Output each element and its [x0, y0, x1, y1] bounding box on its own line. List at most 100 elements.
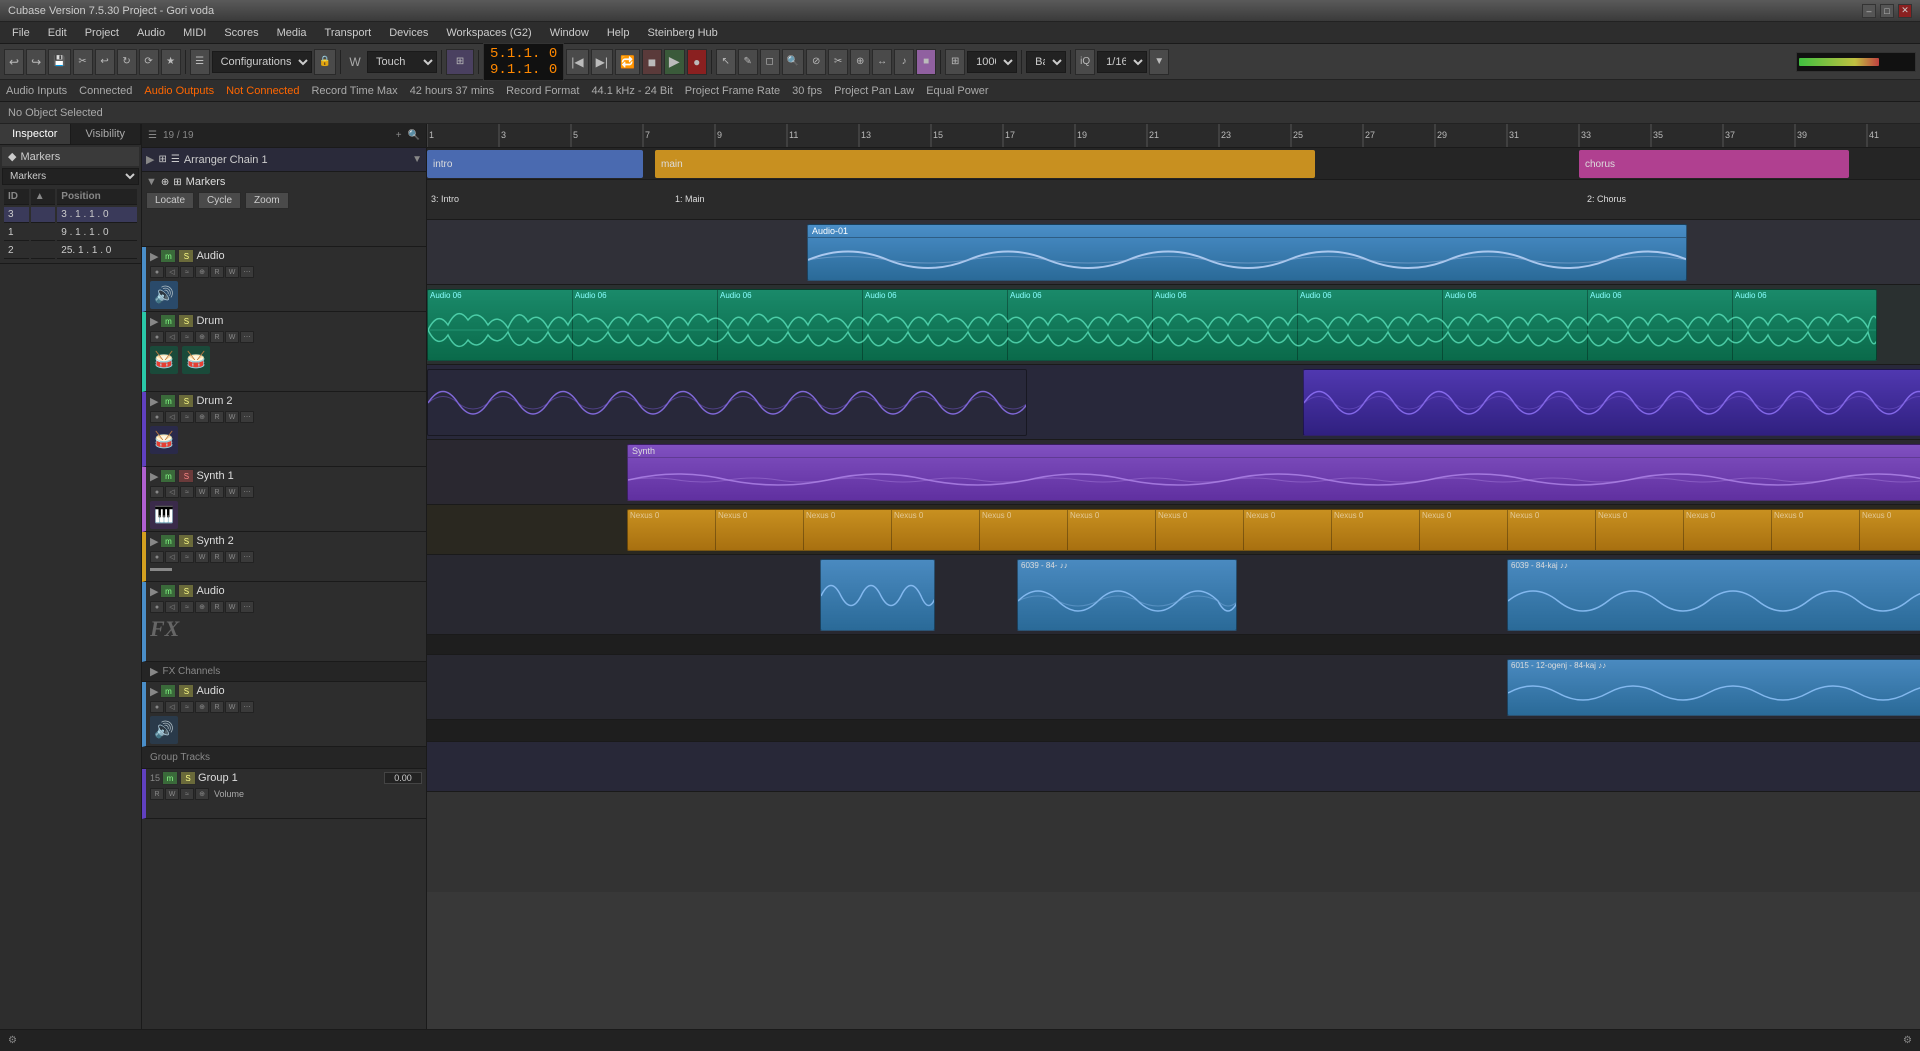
audio-inputs-btn[interactable]: Audio Inputs	[6, 85, 67, 97]
synth1-send-btn[interactable]: W	[195, 486, 209, 498]
marker-row-3[interactable]: 3 3 . 1 . 1 . 0	[4, 207, 137, 223]
menu-project[interactable]: Project	[77, 25, 127, 41]
audio3-clip[interactable]: 6015 - 12-ogenj - 84-kaj ♪♪	[1507, 659, 1920, 716]
snap-btn[interactable]: ⊞	[945, 49, 965, 75]
audio3-eq-btn[interactable]: ≈	[180, 701, 194, 713]
drum2-clip-2[interactable]	[1303, 369, 1920, 436]
group1-r-btn[interactable]: R	[150, 788, 164, 800]
drum-solo-btn[interactable]: S	[178, 314, 194, 328]
drum-r2-btn[interactable]: ◁	[165, 331, 179, 343]
menu-audio[interactable]: Audio	[129, 25, 173, 41]
drum2-expand[interactable]: ▶	[150, 395, 158, 408]
menu-devices[interactable]: Devices	[381, 25, 436, 41]
drum2-r-btn[interactable]: R	[210, 411, 224, 423]
zoom-btn[interactable]: Zoom	[245, 192, 289, 209]
quantize-expand-btn[interactable]: ▼	[1149, 49, 1169, 75]
audio2-more-btn[interactable]: ⋯	[240, 601, 254, 613]
draw-tool-btn[interactable]: ✎	[738, 49, 758, 75]
audio-outputs-btn[interactable]: Audio Outputs	[144, 85, 214, 97]
synth2-r-btn[interactable]: R	[210, 551, 224, 563]
audio1-read-btn[interactable]: ●	[150, 266, 164, 278]
audio2-r-btn[interactable]: R	[210, 601, 224, 613]
erase-tool-btn[interactable]: ◻	[760, 49, 780, 75]
menu-help[interactable]: Help	[599, 25, 638, 41]
drum-r1-btn[interactable]: ●	[150, 331, 164, 343]
configurations-dropdown[interactable]: Configurations	[212, 51, 312, 73]
quantize-info-btn[interactable]: iQ	[1075, 49, 1095, 75]
channel-btn[interactable]: ⊞	[446, 49, 474, 75]
marker-row-1[interactable]: 1 9 . 1 . 1 . 0	[4, 225, 137, 241]
play-btn[interactable]: ▶	[664, 49, 685, 75]
synth1-r1-btn[interactable]: ●	[150, 486, 164, 498]
synth2-w-btn[interactable]: W	[225, 551, 239, 563]
audio2-r1-btn[interactable]: ●	[150, 601, 164, 613]
audio-tool-btn[interactable]: ♪	[894, 49, 914, 75]
menu-scores[interactable]: Scores	[216, 25, 266, 41]
synth1-more-btn[interactable]: ⋯	[240, 486, 254, 498]
drum2-r2-btn[interactable]: ◁	[165, 411, 179, 423]
drum2-more-btn[interactable]: ⋯	[240, 411, 254, 423]
config-icon-btn[interactable]: ☰	[190, 49, 210, 75]
audio2-w-btn[interactable]: W	[225, 601, 239, 613]
audio1-mute-btn[interactable]: m	[160, 249, 176, 263]
lock-btn[interactable]: 🔒	[314, 49, 336, 75]
menu-transport[interactable]: Transport	[317, 25, 380, 41]
menu-edit[interactable]: Edit	[40, 25, 75, 41]
drum-eq-btn[interactable]: ≈	[180, 331, 194, 343]
markers-expand[interactable]: ▼	[146, 176, 157, 188]
audio2-send-btn[interactable]: ⊕	[195, 601, 209, 613]
drum-send-btn[interactable]: ⊕	[195, 331, 209, 343]
audio1-r-btn[interactable]: R	[210, 266, 224, 278]
synth2-eq-btn[interactable]: ≈	[180, 551, 194, 563]
collapse-icon[interactable]: ☰	[148, 130, 157, 141]
drum2-r1-btn[interactable]: ●	[150, 411, 164, 423]
mute-tool-btn[interactable]: ⊘	[806, 49, 826, 75]
menu-media[interactable]: Media	[269, 25, 315, 41]
arrange-viewport[interactable]: intro main chorus 3: Intro	[427, 148, 1920, 1029]
go-to-start-btn[interactable]: |◀	[566, 49, 588, 75]
audio3-r1-btn[interactable]: ●	[150, 701, 164, 713]
select-tool-btn[interactable]: ↖	[716, 49, 736, 75]
audio3-solo-btn[interactable]: S	[178, 684, 194, 698]
visibility-tab[interactable]: Visibility	[71, 124, 142, 144]
synth1-r-btn[interactable]: R	[210, 486, 224, 498]
synth1-clip[interactable]: Synth	[627, 444, 1920, 501]
add-track-btn[interactable]: +	[396, 130, 402, 141]
audio3-r-btn[interactable]: R	[210, 701, 224, 713]
touch-dropdown[interactable]: Touch	[367, 51, 437, 73]
audio3-expand[interactable]: ▶	[150, 685, 158, 698]
glue-tool-btn[interactable]: ⊕	[850, 49, 870, 75]
markers-section-header[interactable]: ◆ Markers	[2, 147, 139, 166]
group1-solo-btn[interactable]: S	[180, 771, 196, 785]
redo2-btn[interactable]: ↻	[117, 49, 137, 75]
close-button[interactable]: ✕	[1898, 4, 1912, 18]
search-tracks-btn[interactable]: 🔍	[408, 130, 420, 141]
snap-options[interactable]: 1000	[967, 51, 1017, 73]
cycle-btn[interactable]: Cycle	[198, 192, 241, 209]
synth2-send-btn[interactable]: W	[195, 551, 209, 563]
group1-volume[interactable]	[384, 772, 422, 784]
color-tool-btn[interactable]: ■	[916, 49, 936, 75]
arranger-expand[interactable]: ▶	[146, 153, 154, 166]
drum-clip-full[interactable]: Audio 06 Audio 06 Audio 06 Audio 06	[427, 289, 1877, 361]
star-btn[interactable]: ★	[161, 49, 181, 75]
synth2-r2-btn[interactable]: ◁	[165, 551, 179, 563]
arr-block-intro[interactable]: intro	[427, 150, 643, 178]
menu-steinberg-hub[interactable]: Steinberg Hub	[639, 25, 725, 41]
group1-mute-btn[interactable]: m	[162, 771, 178, 785]
drum2-eq-btn[interactable]: ≈	[180, 411, 194, 423]
audio2-clip-2[interactable]: 6039 - 84- ♪♪	[1017, 559, 1237, 631]
clip-audio01[interactable]: Audio-01	[807, 224, 1687, 281]
connected-btn[interactable]: Connected	[79, 85, 132, 97]
drum2-w-btn[interactable]: W	[225, 411, 239, 423]
undo-btn[interactable]: ↩	[95, 49, 115, 75]
audio2-expand[interactable]: ▶	[150, 585, 158, 598]
synth2-solo-btn[interactable]: S	[178, 534, 194, 548]
synth2-clip[interactable]: Nexus 0 Nexus 0 Nexus 0 Nexus 0 Nexus 0 …	[627, 509, 1920, 551]
audio1-more-btn[interactable]: ⋯	[240, 266, 254, 278]
time-stretch-btn[interactable]: ↔	[872, 49, 892, 75]
audio2-mute-btn[interactable]: m	[160, 584, 176, 598]
audio1-write-btn[interactable]: ◁	[165, 266, 179, 278]
menu-midi[interactable]: MIDI	[175, 25, 214, 41]
drum-w-btn[interactable]: W	[225, 331, 239, 343]
